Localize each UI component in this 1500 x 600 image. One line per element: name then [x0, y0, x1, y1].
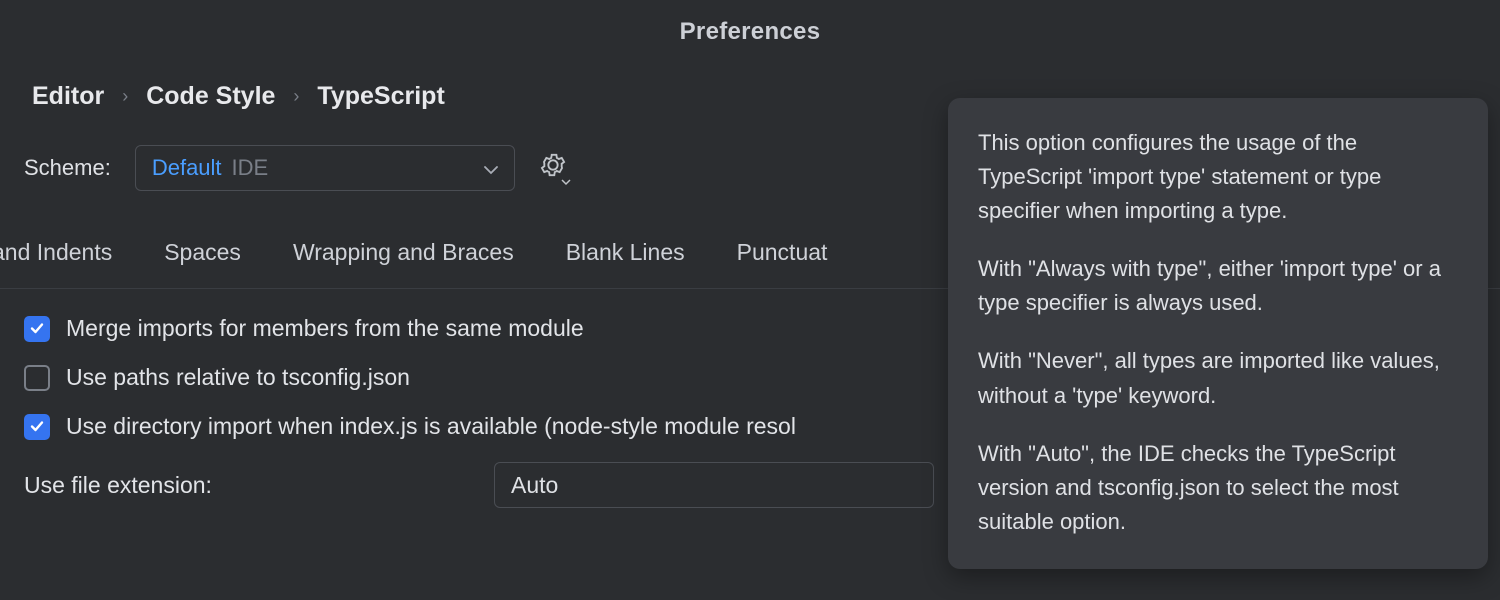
breadcrumb-sep: › — [122, 86, 128, 107]
breadcrumb-typescript[interactable]: TypeScript — [317, 82, 444, 111]
checkbox-directory-import[interactable] — [24, 414, 50, 440]
tab-blank-lines[interactable]: Blank Lines — [564, 235, 687, 270]
option-label: Use paths relative to tsconfig.json — [66, 364, 410, 391]
option-label: Use directory import when index.js is av… — [66, 413, 796, 440]
scheme-value: Default — [152, 155, 222, 181]
checkbox-relative-paths[interactable] — [24, 365, 50, 391]
tab-punctuation[interactable]: Punctuat — [735, 235, 830, 270]
tooltip-paragraph: With "Auto", the IDE checks the TypeScri… — [978, 437, 1458, 539]
checkmark-icon — [29, 315, 45, 342]
option-label: Merge imports for members from the same … — [66, 315, 584, 342]
help-tooltip: This option configures the usage of the … — [948, 98, 1488, 569]
scheme-select[interactable]: Default IDE — [135, 145, 515, 191]
tooltip-paragraph: With "Never", all types are imported lik… — [978, 344, 1458, 412]
breadcrumb-sep: › — [293, 86, 299, 107]
checkmark-icon — [29, 413, 45, 440]
scheme-scope: IDE — [232, 155, 269, 181]
tab-wrapping[interactable]: Wrapping and Braces — [291, 235, 516, 270]
file-extension-value: Auto — [511, 472, 558, 499]
tab-spaces[interactable]: Spaces — [162, 235, 243, 270]
tab-indents[interactable]: and Indents — [0, 235, 114, 270]
tooltip-paragraph: This option configures the usage of the … — [978, 126, 1458, 228]
chevron-down-icon — [484, 155, 498, 181]
breadcrumb-code-style[interactable]: Code Style — [146, 82, 275, 111]
checkbox-merge-imports[interactable] — [24, 316, 50, 342]
file-extension-select[interactable]: Auto — [494, 462, 934, 508]
scheme-label: Scheme: — [24, 155, 111, 181]
breadcrumb-editor[interactable]: Editor — [32, 82, 104, 111]
file-extension-label: Use file extension: — [24, 472, 474, 499]
window-title: Preferences — [0, 0, 1500, 60]
tooltip-paragraph: With "Always with type", either 'import … — [978, 252, 1458, 320]
gear-icon[interactable] — [539, 151, 567, 185]
